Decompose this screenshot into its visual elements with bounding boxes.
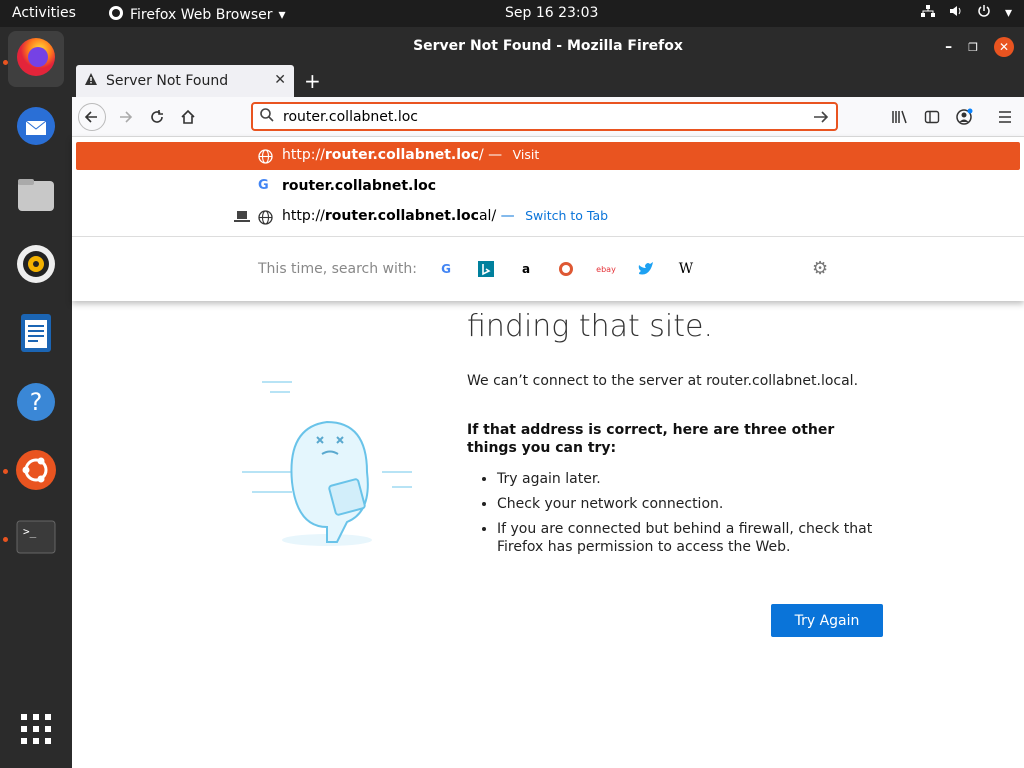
arrow-left-icon (84, 111, 97, 123)
account-button[interactable] (950, 103, 978, 131)
list-item: If you are connected but behind a firewa… (497, 520, 897, 556)
library-button[interactable] (886, 103, 914, 131)
globe-icon (258, 149, 273, 168)
go-arrow-icon[interactable] (812, 108, 830, 130)
svg-text:?: ? (30, 388, 43, 416)
power-icon (977, 4, 991, 22)
search-with-label: This time, search with: (258, 261, 417, 277)
google-icon[interactable]: G (436, 259, 456, 279)
arrow-right-icon (120, 111, 133, 123)
divider (72, 236, 1024, 237)
url-input[interactable] (283, 108, 783, 125)
url-suggestions-popup: http://router.collabnet.loc/ — Visit G r… (72, 137, 1024, 301)
tab-close-icon[interactable]: ✕ (274, 72, 286, 88)
maximize-button[interactable]: ❐ (968, 41, 978, 54)
list-item: Try again later. (497, 470, 897, 488)
try-again-button[interactable]: Try Again (771, 604, 883, 637)
google-icon: G (258, 178, 269, 193)
back-button[interactable] (78, 103, 106, 131)
home-button[interactable] (174, 103, 202, 131)
writer-launcher[interactable] (8, 307, 64, 363)
firefox-launcher[interactable] (8, 31, 64, 87)
help-launcher[interactable]: ? (8, 376, 64, 432)
navigation-toolbar (72, 97, 1024, 137)
suggestion-text: router.collabnet.loc (282, 178, 437, 194)
list-item: Check your network connection. (497, 495, 897, 513)
new-tab-button[interactable]: + (304, 69, 321, 93)
forward-button[interactable] (111, 103, 139, 131)
minimize-button[interactable]: – (945, 39, 952, 55)
top-bar: Activities Firefox Web Browser ▾ Sep 16 … (0, 0, 1024, 27)
svg-text:>_: >_ (23, 525, 37, 538)
home-icon (181, 109, 195, 124)
suggestion-action: Visit (512, 147, 540, 162)
bing-icon[interactable] (476, 259, 496, 279)
terminal-icon: >_ (14, 515, 58, 563)
reload-icon (151, 110, 163, 123)
error-illustration (232, 362, 432, 566)
reload-button[interactable] (143, 103, 171, 131)
suggestion-text: http://router.collabnet.loc/ — Visit (282, 147, 540, 163)
ebay-icon[interactable]: ebay (596, 259, 616, 279)
hamburger-icon (999, 111, 1011, 123)
thunderbird-launcher[interactable] (8, 100, 64, 156)
amazon-icon[interactable]: a (516, 259, 536, 279)
suggestions-list: Try again later. Check your network conn… (497, 470, 897, 563)
duckduckgo-icon[interactable] (556, 259, 576, 279)
search-icon (259, 107, 275, 127)
rhythmbox-launcher[interactable] (8, 238, 64, 294)
app-menu[interactable]: Firefox Web Browser ▾ (108, 5, 286, 25)
suggestion-switch-tab[interactable]: http://router.collabnet.local/ — Switch … (76, 203, 1020, 231)
dock: ? >_ (0, 27, 72, 768)
firefox-small-icon (108, 5, 124, 25)
suggestion-action: Switch to Tab (525, 208, 609, 223)
tab-server-not-found[interactable]: Server Not Found ✕ (76, 65, 294, 97)
tab-icon (234, 211, 250, 227)
chevron-down-icon: ▾ (278, 7, 286, 23)
activities-button[interactable]: Activities (12, 5, 76, 21)
firefox-icon (14, 35, 58, 83)
globe-icon (258, 210, 273, 229)
rhythmbox-icon (14, 242, 58, 290)
app-grid-icon (19, 712, 53, 750)
volume-icon (949, 4, 963, 22)
show-apps-button[interactable] (8, 703, 64, 759)
document-icon (14, 311, 58, 359)
software-launcher[interactable] (8, 444, 64, 500)
thunderbird-icon (14, 104, 58, 152)
suggestions-title: If that address is correct, here are thr… (467, 422, 835, 456)
tab-bar: Server Not Found ✕ + (72, 65, 1024, 97)
clock[interactable]: Sep 16 23:03 (505, 5, 598, 21)
ubuntu-icon (14, 448, 58, 496)
help-icon: ? (14, 380, 58, 428)
close-window-button[interactable]: ✕ (994, 37, 1014, 57)
menu-button[interactable] (991, 103, 1019, 131)
library-icon (892, 110, 907, 124)
twitter-icon[interactable] (636, 259, 656, 279)
sidebar-icon (924, 110, 940, 124)
window-titlebar[interactable]: Server Not Found - Mozilla Firefox – ❐ ✕ (72, 27, 1024, 65)
files-icon (14, 173, 58, 221)
app-menu-label: Firefox Web Browser (130, 7, 273, 23)
url-bar[interactable] (251, 102, 838, 131)
one-off-search-engines: G a ebay W (436, 259, 696, 279)
window-title: Server Not Found - Mozilla Firefox (413, 38, 683, 54)
sidebar-button[interactable] (918, 103, 946, 131)
warning-icon (84, 72, 98, 90)
tab-label: Server Not Found (106, 73, 229, 89)
chevron-down-icon: ▾ (1004, 5, 1012, 21)
account-icon (956, 108, 973, 125)
network-icon (920, 4, 935, 22)
suggestion-text: http://router.collabnet.local/ — Switch … (282, 208, 609, 224)
suggestion-visit[interactable]: http://router.collabnet.loc/ — Visit (76, 142, 1020, 170)
firefox-window: Server Not Found - Mozilla Firefox – ❐ ✕… (72, 27, 1024, 768)
suggestion-search[interactable]: G router.collabnet.loc (76, 173, 1020, 201)
wikipedia-icon[interactable]: W (676, 259, 696, 279)
files-launcher[interactable] (8, 169, 64, 225)
gear-icon[interactable]: ⚙ (812, 258, 828, 279)
error-heading: finding that site. (467, 309, 714, 344)
terminal-launcher[interactable]: >_ (8, 511, 64, 567)
system-tray[interactable]: ▾ (920, 4, 1012, 22)
error-description: We can’t connect to the server at router… (467, 373, 859, 389)
